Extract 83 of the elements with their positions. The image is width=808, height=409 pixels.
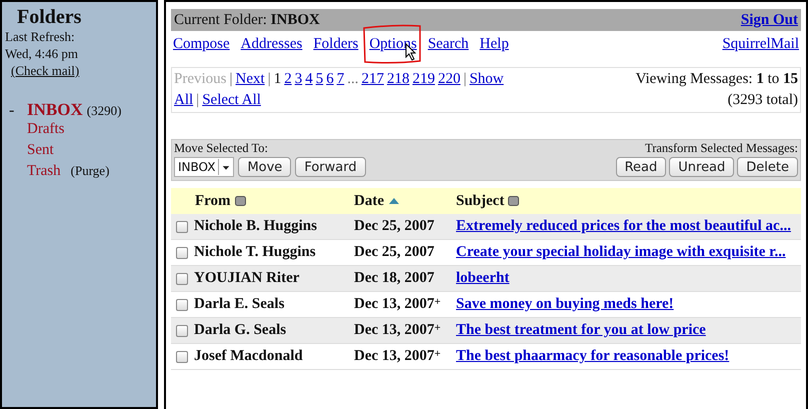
date-cell-text: Dec 25, 2007 (354, 217, 434, 236)
sort-ascending-icon[interactable] (388, 197, 400, 205)
page-link[interactable]: 1 (274, 69, 282, 90)
date-cell-text: Dec 25, 2007 (354, 243, 434, 262)
column-header[interactable]: Date (354, 190, 384, 212)
sender-cell-text: Nichole B. Huggins (194, 217, 317, 236)
toolbar-button[interactable]: Move (238, 157, 292, 177)
nav-link[interactable]: Compose (173, 36, 230, 52)
attachment-marker: + (434, 347, 441, 362)
subject-link[interactable]: The best treatment for you at low price (456, 320, 801, 341)
row-checkbox[interactable] (176, 324, 188, 336)
nav-link[interactable]: Folders (313, 36, 358, 52)
row-checkbox[interactable] (176, 298, 188, 310)
sender-cell-text: Josef Macdonald (194, 347, 303, 366)
refresh-label: Last Refresh: (5, 28, 76, 45)
sender-cell-text: Darla E. Seals (194, 295, 284, 314)
row-checkbox[interactable] (176, 350, 188, 362)
purge-link[interactable]: (Purge) (70, 161, 110, 180)
message-row[interactable]: Darla G. Seals Dec 13, 2007+ The best treatment for you at low price (171, 318, 801, 344)
toolbar-button[interactable]: Delete (737, 157, 798, 177)
subject-link[interactable]: The best phaarmacy for reasonable prices! (456, 346, 801, 367)
separator: | (230, 70, 233, 89)
move-label: Move Selected To: (174, 140, 270, 157)
toolbar-button[interactable]: Unread (669, 157, 734, 177)
separator: | (196, 91, 200, 110)
page-gap: ... (347, 70, 358, 89)
attachment-marker: + (434, 295, 441, 310)
nav-link[interactable]: Search (428, 36, 469, 52)
page-link[interactable]: 7 (336, 69, 344, 90)
page-link[interactable]: 6 (326, 69, 334, 90)
separator: | (463, 70, 466, 89)
nav-link[interactable]: Help (480, 36, 509, 52)
toolbar-button[interactable]: Read (616, 157, 666, 177)
subject-link[interactable]: Extremely reduced prices for the most beautiful ac... (456, 216, 801, 237)
page-link[interactable]: 219 (412, 69, 435, 90)
squirrelmail-link[interactable]: SquirrelMail (722, 32, 799, 56)
message-row[interactable]: Nichole B. Huggins Dec 25, 2007 Extremely reduced prices for the most beautiful ac... (171, 214, 801, 240)
page-link[interactable]: 2 (284, 69, 292, 90)
nav-link[interactable]: Addresses (240, 36, 302, 52)
column-header[interactable]: Subject (456, 190, 504, 212)
date-cell-text: Dec 18, 2007 (354, 269, 434, 288)
message-row[interactable]: YOUJIAN Riter Dec 18, 2007 lobeerht (171, 266, 801, 292)
subject-link[interactable]: Create your special holiday image with exquisite r... (456, 242, 801, 263)
subject-link[interactable]: lobeerht (456, 268, 801, 289)
next-link[interactable]: Next (236, 69, 265, 90)
sidebar-title: Folders (17, 6, 82, 28)
check-mail-link[interactable]: (Check mail) (11, 62, 80, 79)
sort-icon[interactable] (508, 196, 520, 206)
row-checkbox[interactable] (176, 272, 188, 284)
page-link[interactable]: 217 (361, 69, 384, 90)
folder-count: (3290) (86, 102, 122, 120)
page-link[interactable]: 4 (305, 69, 313, 90)
separator: | (268, 70, 271, 89)
column-header[interactable]: From (195, 190, 231, 212)
row-checkbox[interactable] (176, 246, 188, 258)
date-cell-text: Dec 13, 2007 (354, 347, 434, 366)
subject-link[interactable]: Save money on buying meds here! (456, 294, 801, 315)
folder-select[interactable]: INBOX (174, 157, 234, 177)
row-checkbox[interactable] (176, 220, 188, 232)
viewing-messages-text: Viewing Messages: 1 to 15 (636, 70, 798, 89)
collapse-toggle[interactable]: - (5, 99, 27, 123)
page-link[interactable]: 220 (438, 69, 460, 90)
date-cell-text: Dec 13, 2007 (354, 321, 434, 340)
folder-link[interactable]: Trash (27, 160, 61, 182)
refresh-time: Wed, 4:46 pm (5, 45, 79, 62)
sort-icon[interactable] (234, 196, 246, 206)
sender-cell-text: Darla G. Seals (194, 321, 286, 340)
page-link[interactable]: 3 (294, 69, 302, 90)
sign-out-link[interactable]: Sign Out (740, 8, 798, 32)
sender-cell-text: YOUJIAN Riter (194, 269, 300, 288)
select-all-link[interactable]: Select All (202, 90, 261, 111)
date-cell-text: Dec 13, 2007 (354, 295, 434, 314)
show-all-link[interactable]: All (174, 90, 194, 111)
page-link[interactable]: 5 (316, 69, 324, 90)
sender-cell-text: Nichole T. Huggins (194, 243, 316, 262)
folder-link[interactable]: Sent (27, 139, 54, 162)
transform-label: Transform Selected Messages: (645, 140, 798, 157)
attachment-marker: + (434, 321, 441, 336)
show-all-link[interactable]: Show (469, 69, 504, 90)
current-folder-label: Current Folder: INBOX (174, 10, 320, 30)
total-count: (3293 total) (728, 91, 798, 110)
page-link[interactable]: 218 (386, 69, 410, 90)
toolbar-button[interactable]: Forward (295, 157, 366, 177)
